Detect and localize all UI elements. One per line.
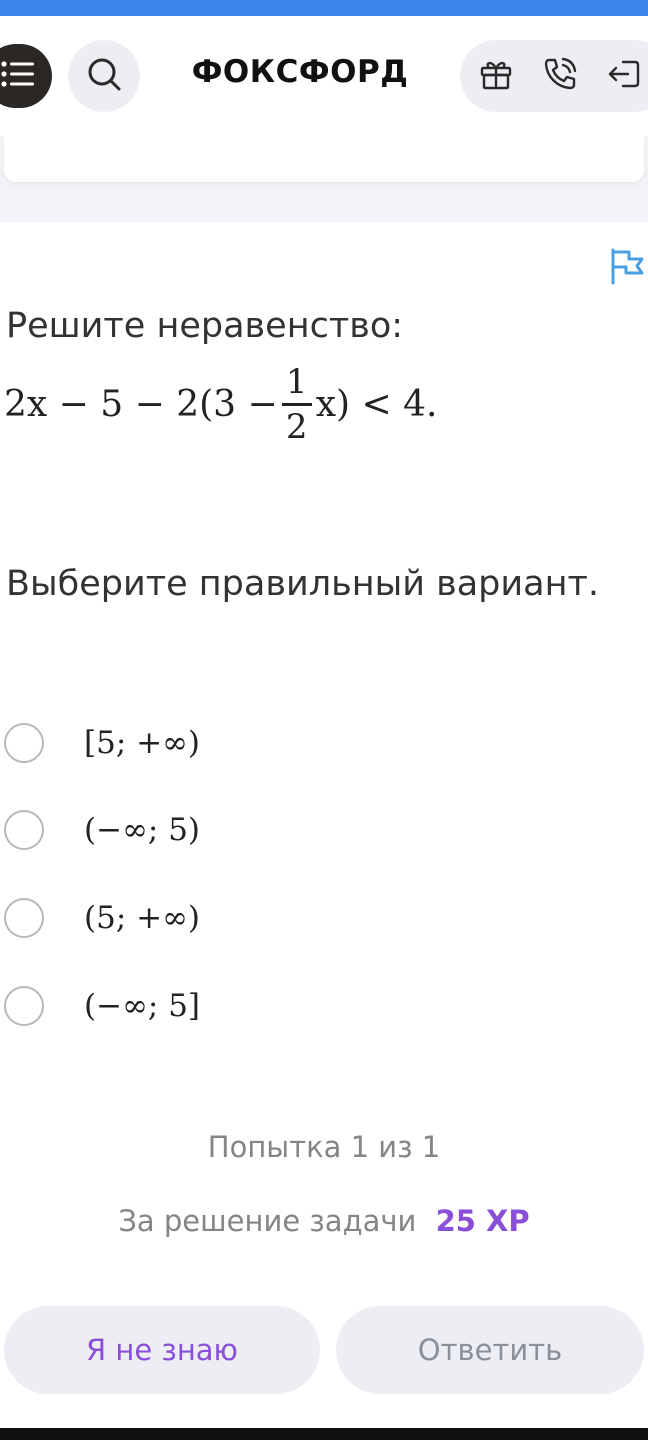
logout-button[interactable]: [606, 58, 642, 94]
dont-know-button[interactable]: Я не знаю: [4, 1306, 320, 1394]
radio-button[interactable]: [4, 810, 44, 850]
header-actions: [460, 40, 648, 112]
option-label: (−∞; 5]: [84, 988, 201, 1024]
attempt-counter: Попытка 1 из 1: [207, 1130, 441, 1164]
answer-option[interactable]: (5; +∞): [4, 896, 304, 940]
flag-icon: [609, 247, 645, 289]
formula-fraction: 1 2: [281, 361, 312, 447]
task-formula: 2x − 5 − 2(3 − 1 2 x) < 4.: [4, 354, 437, 454]
search-icon: [86, 56, 122, 96]
reward-label: За решение задачи: [118, 1204, 417, 1238]
phone-button[interactable]: [542, 56, 578, 96]
formula-right: x) < 4.: [315, 383, 438, 425]
menu-icon: [1, 60, 35, 92]
option-label: (5; +∞): [84, 900, 201, 936]
answer-option[interactable]: (−∞; 5]: [4, 984, 304, 1028]
gift-button[interactable]: [478, 58, 514, 94]
option-label: (−∞; 5): [84, 812, 201, 848]
app-header: ФОКСФОРД: [0, 16, 648, 136]
phone-icon: [542, 56, 578, 96]
reward-xp: 25 XP: [435, 1204, 530, 1238]
fraction-numerator: 1: [285, 361, 308, 402]
search-button[interactable]: [68, 40, 140, 112]
task-title: Решите неравенство:: [6, 306, 404, 346]
previous-card: [4, 136, 644, 182]
reward-info: За решение задачи 25 XP: [0, 1204, 648, 1238]
report-button[interactable]: [608, 248, 646, 288]
submit-answer-button[interactable]: Ответить: [336, 1306, 644, 1394]
task-prompt: Выберите правильный вариант.: [6, 564, 599, 604]
logout-icon: [607, 57, 641, 95]
option-label: [5; +∞): [84, 725, 201, 761]
system-nav-bar: [0, 1428, 648, 1440]
radio-button[interactable]: [4, 986, 44, 1026]
answer-option[interactable]: (−∞; 5): [4, 808, 304, 852]
gift-icon: [479, 57, 513, 95]
formula-left: 2x − 5 − 2(3 −: [4, 383, 278, 425]
radio-button[interactable]: [4, 723, 44, 763]
top-strip: [0, 0, 648, 16]
logo[interactable]: ФОКСФОРД: [180, 54, 420, 90]
fraction-denominator: 2: [285, 406, 308, 447]
radio-button[interactable]: [4, 898, 44, 938]
menu-button[interactable]: [0, 44, 52, 108]
answer-option[interactable]: [5; +∞): [4, 721, 304, 765]
